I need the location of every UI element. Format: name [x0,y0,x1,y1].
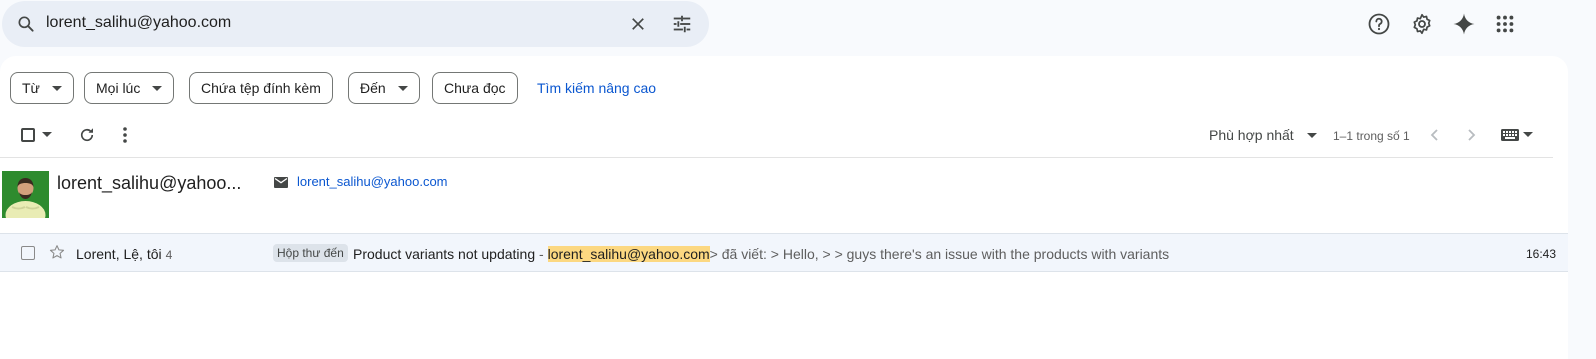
help-icon[interactable] [1367,12,1391,36]
chevron-down-icon [152,85,163,91]
filter-from-chip[interactable]: Từ [10,72,74,104]
filter-chip-label: Chứa tệp đính kèm [201,80,321,96]
input-tools-dropdown-icon[interactable] [1523,131,1533,139]
filter-to-chip[interactable]: Đến [348,72,420,104]
search-bar[interactable]: lorent_salihu@yahoo.com [2,1,709,47]
email-subject: Product variants not updating [353,246,536,262]
filter-attachment-chip[interactable]: Chứa tệp đính kèm [189,72,333,104]
filter-unread-chip[interactable]: Chưa đọc [432,72,518,104]
contact-email-link[interactable]: lorent_salihu@yahoo.com [297,174,448,189]
pagination-count: 1–1 trong số 1 [1333,129,1410,143]
advanced-search-link[interactable]: Tìm kiếm nâng cao [537,80,656,96]
filter-chip-label: Đến [360,80,386,96]
next-page-icon[interactable] [1464,126,1480,144]
table-row[interactable]: Lorent, Lệ, tôi 4 Hộp thư đến Product var… [0,233,1568,272]
keyboard-icon[interactable] [1500,127,1520,143]
avatar[interactable] [2,171,49,218]
sort-dropdown-icon[interactable] [1307,133,1317,138]
prev-page-icon[interactable] [1426,126,1442,144]
filter-chip-label: Từ [22,80,40,96]
search-highlight: lorent_salihu@yahoo.com [547,246,710,262]
email-subject-line: Product variants not updating - lorent_s… [353,246,1169,262]
clear-search-icon[interactable] [626,12,650,36]
gemini-sparkle-icon[interactable] [1452,12,1476,36]
email-snippet: > đã viết: > Hello, > > guys there's an … [709,246,1170,262]
subject-separator: - [535,246,548,262]
select-dropdown-icon[interactable] [42,131,52,139]
filter-time-chip[interactable]: Mọi lúc [84,72,175,104]
search-icon[interactable] [14,12,38,36]
email-senders: Lorent, Lệ, tôi 4 [76,246,173,262]
chevron-down-icon [397,85,408,91]
filter-chip-label: Chưa đọc [444,80,506,96]
contact-name[interactable]: lorent_salihu@yahoo... [57,173,241,194]
star-icon[interactable] [49,244,65,260]
mail-icon [274,175,290,189]
settings-icon[interactable] [1410,12,1434,36]
inbox-label-badge[interactable]: Hộp thư đến [273,244,348,262]
search-input[interactable]: lorent_salihu@yahoo.com [46,14,231,32]
chevron-down-icon [51,85,62,91]
row-checkbox[interactable] [21,246,35,260]
gmail-search-results-page: lorent_salihu@yahoo.com Từ Mọi lúc Chứa … [0,0,1596,359]
filter-chip-label: Mọi lúc [96,80,141,96]
thread-count: 4 [165,248,173,262]
refresh-icon[interactable] [77,125,97,145]
apps-grid-icon[interactable] [1493,12,1517,36]
select-all-checkbox[interactable] [20,127,36,143]
results-panel: Từ Mọi lúc Chứa tệp đính kèm Đến Chưa đọ… [0,56,1568,359]
sort-menu-label[interactable]: Phù hợp nhất [1209,127,1294,143]
search-options-icon[interactable] [670,12,694,36]
email-time: 16:43 [1526,247,1557,261]
more-options-icon[interactable] [117,125,133,145]
divider [0,157,1553,158]
